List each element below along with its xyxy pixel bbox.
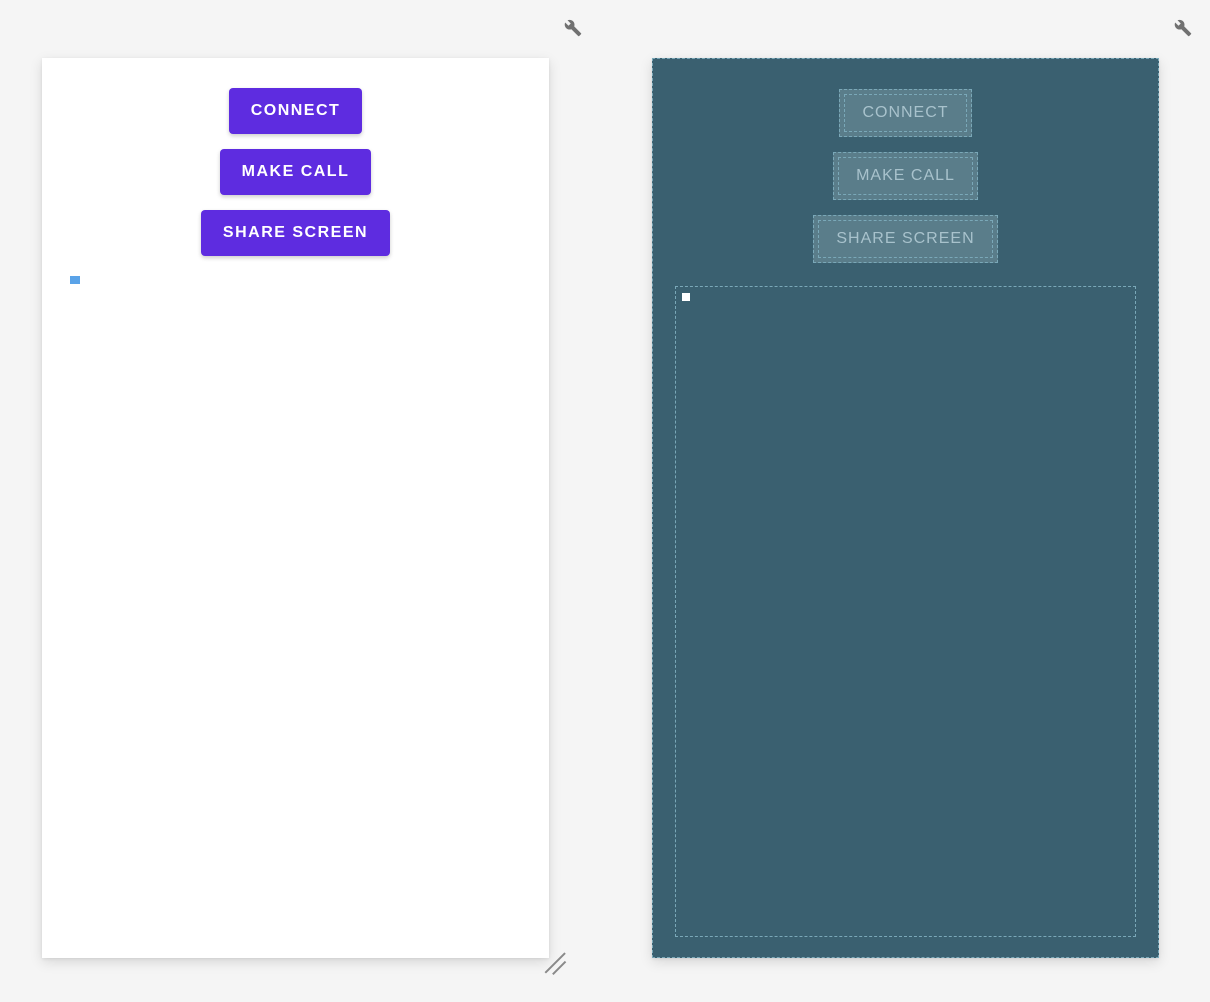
- blueprint-panel: CONNECT MAKE CALL SHARE SCREEN: [652, 58, 1159, 958]
- resize-handle[interactable]: [541, 948, 571, 978]
- video-element-outline: [682, 293, 690, 301]
- make-call-button[interactable]: MAKE CALL: [833, 152, 978, 200]
- share-screen-button[interactable]: SHARE SCREEN: [813, 215, 997, 263]
- connect-button[interactable]: CONNECT: [839, 89, 971, 137]
- left-panel-wrapper: CONNECT MAKE CALL SHARE SCREEN: [42, 15, 592, 958]
- connect-button[interactable]: CONNECT: [229, 88, 363, 134]
- make-call-button[interactable]: MAKE CALL: [220, 149, 372, 195]
- right-panel-wrapper: CONNECT MAKE CALL SHARE SCREEN: [652, 15, 1202, 958]
- workspace: CONNECT MAKE CALL SHARE SCREEN CONNECT M…: [0, 0, 1210, 958]
- preview-panel: CONNECT MAKE CALL SHARE SCREEN: [42, 58, 549, 958]
- video-container-outline: [675, 286, 1136, 937]
- share-screen-button[interactable]: SHARE SCREEN: [201, 210, 390, 256]
- wrench-icon[interactable]: [564, 18, 582, 38]
- wrench-icon[interactable]: [1174, 18, 1192, 38]
- video-element: [70, 276, 80, 284]
